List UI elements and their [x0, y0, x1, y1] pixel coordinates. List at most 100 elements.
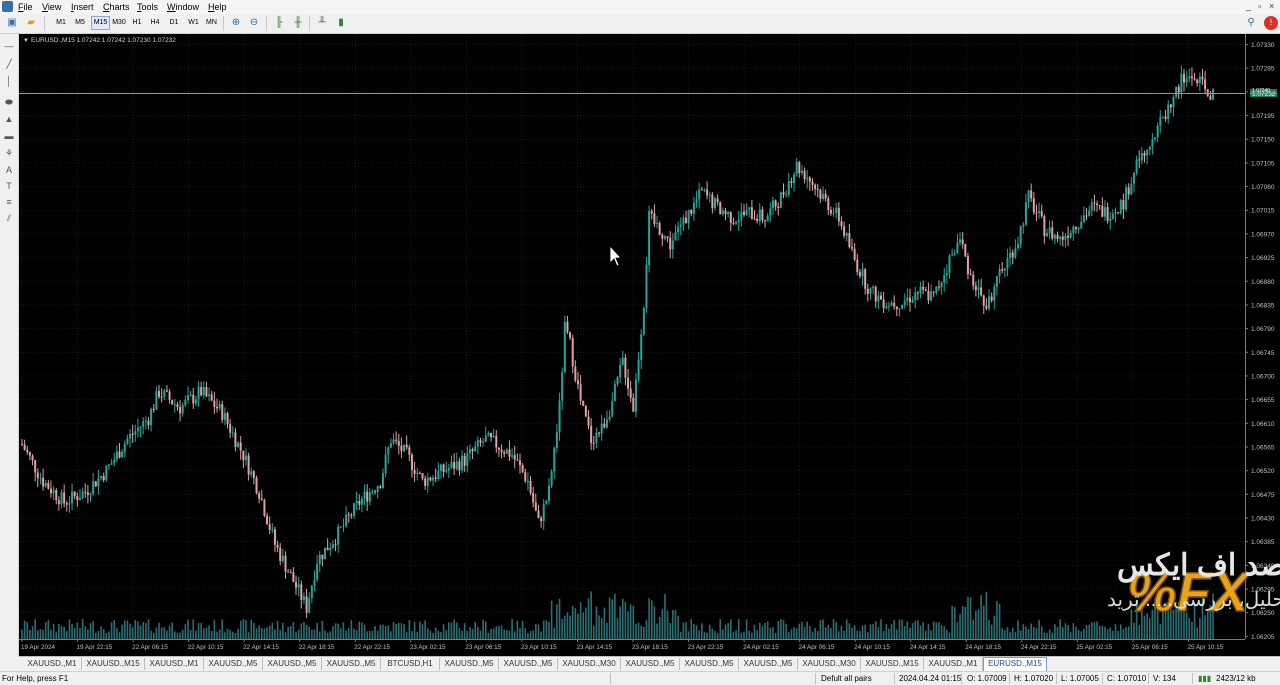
price-chart[interactable]: 1.07330 1.07285 1.07240 1.07195 1.07150 1.071… — [19, 34, 1280, 656]
candle-body — [887, 305, 890, 307]
bar-chart-icon[interactable]: ╟ — [272, 16, 286, 30]
trendline-icon[interactable]: ╱ — [2, 58, 16, 70]
candlestick-icon[interactable]: ╫ — [291, 16, 305, 30]
chart-header-arrow-icon[interactable]: ▼ — [23, 38, 29, 44]
menu-charts[interactable]: Charts — [103, 2, 130, 12]
volume-bar — [1117, 630, 1119, 639]
chart-tab[interactable]: XAUUSD.,M1 — [924, 658, 983, 670]
rectangle-icon[interactable]: ▬ — [2, 130, 16, 142]
candle-body — [808, 177, 811, 182]
volume-bar — [116, 627, 118, 639]
chart-tab[interactable]: XAUUSD.,M30 — [558, 658, 621, 670]
vertical-line-icon[interactable]: │ — [2, 75, 16, 87]
crosshair-icon[interactable]: — — [2, 40, 16, 52]
volume-bar — [882, 630, 885, 639]
volume-bar — [1056, 626, 1059, 639]
candle-body — [785, 194, 788, 196]
volume-bar — [566, 612, 569, 639]
fibonacci-icon[interactable]: ⚘ — [2, 147, 16, 159]
auto-scroll-icon[interactable]: ▮ — [334, 16, 348, 30]
chart-tab[interactable]: XAUUSD.,M5 — [263, 658, 322, 670]
pitchfork-icon[interactable]: ⫽ — [2, 212, 16, 224]
volume-bar — [545, 620, 548, 639]
candle-body — [181, 404, 184, 414]
candle-body — [34, 460, 37, 473]
candle-body — [1212, 89, 1214, 100]
chart-tab[interactable]: XAUUSD.,M1 — [145, 658, 204, 670]
tf-h4[interactable]: H4 — [149, 16, 161, 30]
chart-tab[interactable]: XAUUSD.,M15 — [861, 658, 924, 670]
chart-tab[interactable]: XAUUSD.,M5 — [322, 658, 381, 670]
candle-body — [26, 449, 29, 453]
chart-tab[interactable]: XAUUSD.,M15 — [82, 658, 145, 670]
chart-tab[interactable]: XAUUSD.,M5 — [499, 658, 558, 670]
menu-window[interactable]: Window — [167, 2, 199, 12]
candle-body — [542, 503, 545, 522]
tf-m30[interactable]: M30 — [111, 16, 127, 30]
chart-tab[interactable]: EURUSD.,M15 — [983, 657, 1047, 672]
tf-m5[interactable]: M5 — [73, 16, 87, 30]
candle-body — [634, 379, 637, 412]
volume-bar — [113, 619, 116, 639]
candle-body — [1148, 146, 1151, 150]
chart-tab[interactable]: XAUUSD.,M5 — [440, 658, 499, 670]
search-icon[interactable]: ⚲ — [1244, 16, 1258, 30]
profile-name[interactable]: Defult all pairs — [821, 674, 872, 683]
menu-view[interactable]: View — [42, 2, 61, 12]
menu-file[interactable]: File — [18, 2, 33, 12]
volume-bar — [703, 632, 706, 639]
new-chart-icon[interactable]: ▣ — [5, 16, 19, 30]
chart-tab[interactable]: XAUUSD.,M1 — [23, 658, 82, 670]
volume-bar — [927, 623, 930, 639]
menu-insert[interactable]: Insert — [71, 2, 94, 12]
triangle-icon[interactable]: ▲ — [2, 113, 16, 125]
volume-bar — [87, 629, 89, 639]
chart-tab[interactable]: XAUUSD.,M5 — [621, 658, 680, 670]
ellipse-icon[interactable]: ⬬ — [2, 96, 16, 108]
tf-w1[interactable]: W1 — [187, 16, 200, 30]
minimize-icon[interactable]: _ — [1246, 1, 1251, 11]
chart-window[interactable]: 1.07330 1.07285 1.07240 1.07195 1.07150 1.071… — [19, 34, 1280, 656]
watermark-subtitle: تحلیل، بررسی..... ترید — [1107, 589, 1280, 611]
open-folder-icon[interactable]: ▰ — [24, 16, 38, 30]
restore-icon[interactable]: ▫ — [1258, 1, 1261, 11]
candle-body — [537, 510, 540, 519]
volume-bar — [1027, 629, 1030, 639]
chart-tab[interactable]: XAUUSD.,M5 — [739, 658, 798, 670]
menu-help[interactable]: Help — [208, 2, 227, 12]
channel-icon[interactable]: ≡ — [2, 196, 16, 208]
candle-body — [1101, 206, 1104, 217]
tf-mn[interactable]: MN — [205, 16, 218, 30]
chart-tab[interactable]: XAUUSD.,M5 — [204, 658, 263, 670]
line-chart-icon[interactable]: ╨ — [315, 16, 329, 30]
text-label-icon[interactable]: T — [2, 180, 16, 192]
volume-bar — [1051, 632, 1054, 639]
chart-tab[interactable]: XAUUSD.,M5 — [680, 658, 739, 670]
tf-h1[interactable]: H1 — [131, 16, 143, 30]
volume-bar — [305, 624, 308, 639]
chart-tab[interactable]: BTCUSD,H1 — [381, 658, 440, 670]
menu-tools[interactable]: Tools — [137, 2, 158, 12]
candle-body — [355, 500, 358, 504]
zoom-out-icon[interactable]: ⊖ — [247, 16, 261, 30]
candle-body — [1138, 159, 1141, 161]
zoom-in-icon[interactable]: ⊕ — [229, 16, 243, 30]
candle-body — [226, 413, 229, 424]
tf-d1[interactable]: D1 — [168, 16, 180, 30]
candle-body — [1009, 252, 1012, 259]
candle-body — [993, 286, 996, 301]
volume-bar — [972, 619, 975, 639]
volume-bar — [358, 621, 361, 639]
close-icon[interactable]: × — [1269, 1, 1274, 11]
tf-m15[interactable]: M15 — [91, 16, 110, 30]
text-icon[interactable]: A — [2, 164, 16, 176]
candle-body — [434, 477, 437, 479]
chart-tab[interactable]: XAUUSD.,M30 — [798, 658, 861, 670]
volume-bar — [980, 595, 982, 639]
candle-body — [811, 181, 814, 185]
volume-bar — [295, 631, 297, 639]
volume-bar — [935, 622, 938, 639]
candle-body — [916, 292, 919, 294]
tf-m1[interactable]: M1 — [54, 16, 68, 30]
notification-icon[interactable]: ! — [1264, 16, 1278, 30]
